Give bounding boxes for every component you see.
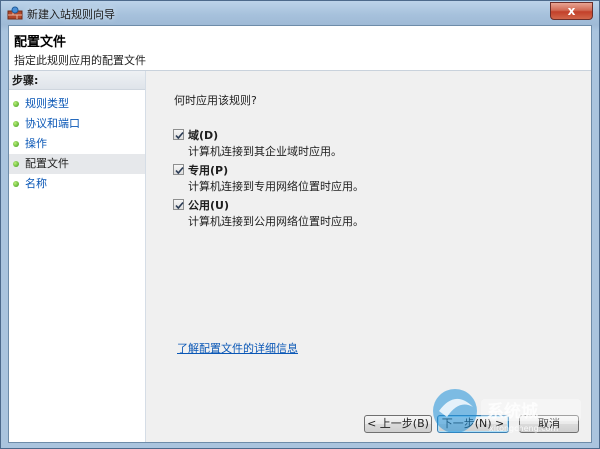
private-description: 计算机连接到专用网络位置时应用。 [188, 180, 364, 193]
wizard-window: 新建入站规则向导 x 配置文件 指定此规则应用的配置文件 步骤: 规则类型 协议… [0, 0, 600, 449]
window-title: 新建入站规则向导 [27, 8, 115, 21]
step-action[interactable]: 操作 [9, 134, 145, 154]
cancel-button[interactable]: 取消 [519, 415, 579, 433]
close-button[interactable]: x [550, 2, 593, 20]
public-label[interactable]: 公用(U) [188, 197, 229, 213]
option-domain: 域(D) 计算机连接到其企业域时应用。 [173, 127, 473, 158]
firewall-icon [7, 6, 23, 20]
option-private: 专用(P) 计算机连接到专用网络位置时应用。 [173, 162, 473, 193]
next-button[interactable]: 下一步(N) > [437, 415, 509, 433]
step-label: 操作 [25, 137, 47, 150]
step-label: 规则类型 [25, 97, 69, 110]
learn-more-link[interactable]: 了解配置文件的详细信息 [177, 340, 298, 356]
step-label: 配置文件 [25, 157, 69, 170]
step-bullet-icon [13, 101, 19, 107]
step-label: 名称 [25, 177, 47, 190]
domain-checkbox[interactable] [173, 129, 184, 140]
step-bullet-icon [13, 181, 19, 187]
public-checkbox[interactable] [173, 199, 184, 210]
step-bullet-icon [13, 121, 19, 127]
public-description: 计算机连接到公用网络位置时应用。 [188, 215, 364, 228]
step-rule-type[interactable]: 规则类型 [9, 94, 145, 114]
question-label: 何时应用该规则? [174, 94, 257, 107]
check-icon [175, 201, 184, 210]
wizard-header: 配置文件 指定此规则应用的配置文件 [9, 26, 591, 71]
domain-label[interactable]: 域(D) [188, 127, 218, 143]
close-icon: x [567, 4, 576, 18]
page-title: 配置文件 [14, 35, 67, 50]
check-icon [175, 166, 184, 175]
option-public: 公用(U) 计算机连接到公用网络位置时应用。 [173, 197, 473, 228]
step-bullet-icon [13, 161, 19, 167]
step-profile: 配置文件 [9, 154, 145, 174]
step-bullet-icon [13, 141, 19, 147]
main-pane: 何时应用该规则? 域(D) 计算机连接到其企业域时应用。 专用(P) 计算机连接… [146, 71, 591, 442]
page-subtitle: 指定此规则应用的配置文件 [14, 54, 146, 67]
steps-title: 步骤: [9, 71, 145, 90]
step-protocol-port[interactable]: 协议和端口 [9, 114, 145, 134]
private-checkbox[interactable] [173, 164, 184, 175]
back-button[interactable]: < 上一步(B) [364, 415, 432, 433]
domain-description: 计算机连接到其企业域时应用。 [188, 145, 342, 158]
steps-pane: 步骤: 规则类型 协议和端口 操作 配置文件 名称 [9, 71, 146, 442]
step-label: 协议和端口 [25, 117, 80, 130]
wizard-client-area: 配置文件 指定此规则应用的配置文件 步骤: 规则类型 协议和端口 操作 配置文件 [8, 25, 592, 443]
private-label[interactable]: 专用(P) [188, 162, 228, 178]
title-bar[interactable]: 新建入站规则向导 x [1, 1, 599, 25]
check-icon [175, 131, 184, 140]
step-name[interactable]: 名称 [9, 174, 145, 194]
